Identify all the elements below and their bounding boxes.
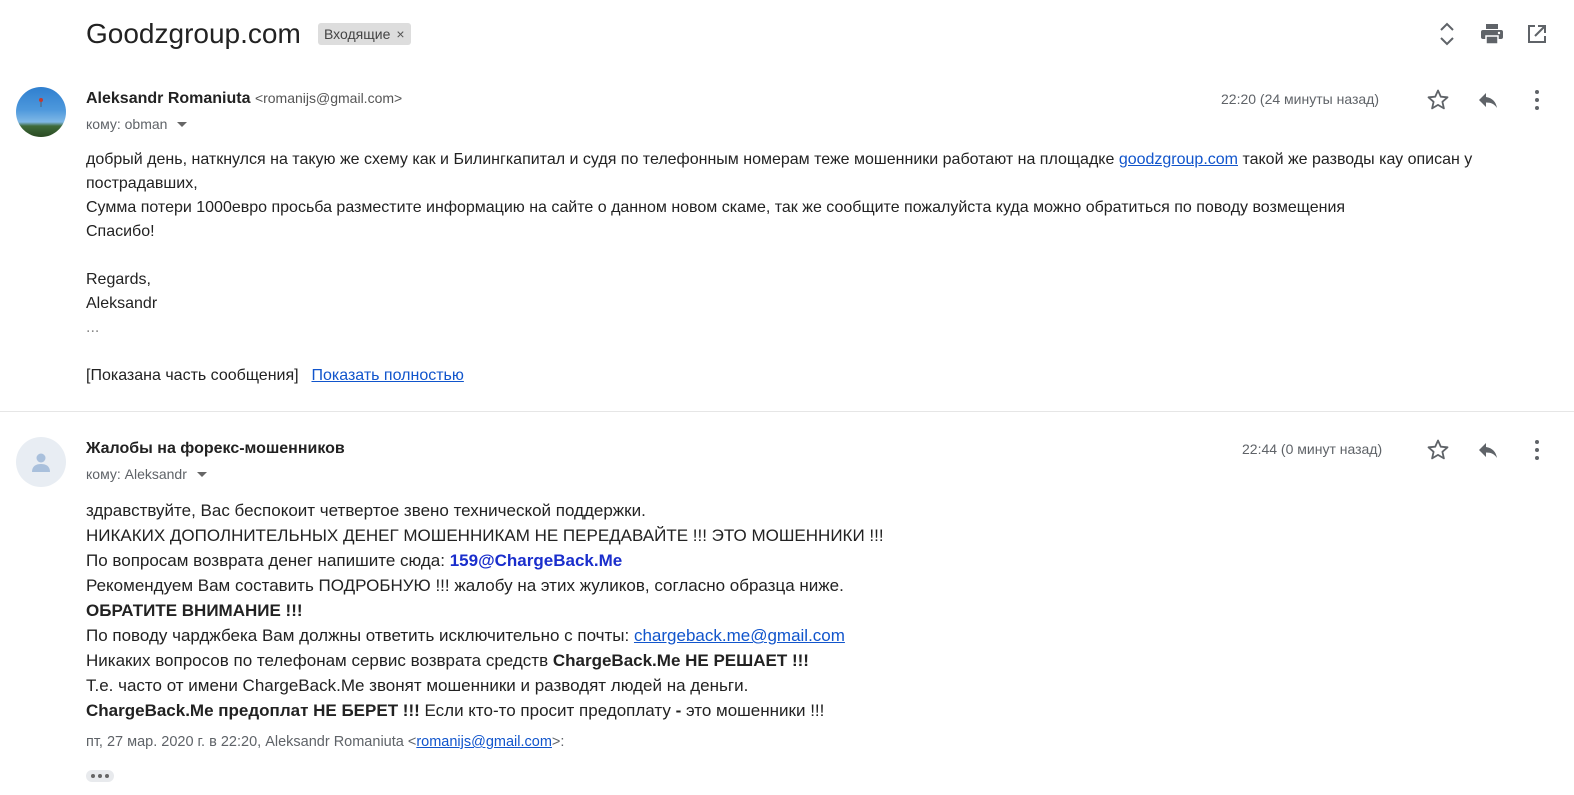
body-line: Сумма потери 1000евро просьба разместите… — [86, 199, 1346, 216]
thread-subject: Goodzgroup.com — [86, 18, 301, 49]
body-blank — [86, 244, 1506, 268]
person-icon — [32, 453, 50, 472]
chevron-down-icon — [196, 471, 207, 477]
label-chip-inbox[interactable]: Входящие × — [318, 23, 411, 45]
dot — [91, 774, 95, 778]
quoted-sender-email-link[interactable]: romanijs@gmail.com — [416, 734, 552, 750]
body-line: пострадавших, — [86, 175, 198, 192]
open-in-new-window-icon[interactable] — [1524, 20, 1550, 48]
body-line: Т.е. часто от имени ChargeBack.Me звонят… — [86, 676, 749, 695]
chargeback-gmail-link[interactable]: chargeback.me@gmail.com — [634, 626, 845, 645]
sender-line: Жалобы на форекс-мошенников — [86, 440, 345, 458]
body-line: добрый день, наткнулся на такую же схему… — [86, 148, 1506, 172]
remove-label-icon[interactable]: × — [396, 23, 404, 45]
message-time: 22:44 (0 минут назад) — [1242, 441, 1383, 457]
body-line: НИКАКИХ ДОПОЛНИТЕЛЬНЫХ ДЕНЕГ МОШЕННИКАМ … — [86, 526, 884, 545]
body-text: Если кто-то просит предоплату — [419, 701, 676, 720]
body-line: Рекомендуем Вам составить ПОДРОБНУЮ !!! … — [86, 576, 844, 595]
reply-icon[interactable] — [1474, 86, 1502, 114]
label-chip-text: Входящие — [324, 26, 391, 42]
body-bold-text: ChargeBack.Me предоплат НЕ БЕРЕТ !!! — [86, 701, 420, 720]
dot — [98, 774, 102, 778]
message-body: добрый день, наткнулся на такую же схему… — [86, 148, 1506, 388]
show-full-message-link[interactable]: Показать полностью — [311, 367, 463, 384]
thread-header: Goodzgroup.com Входящие × — [0, 0, 1574, 70]
body-bold-text: ChargeBack.Me НЕ РЕШАЕТ !!! — [552, 651, 809, 670]
body-line: ОБРАТИТЕ ВНИМАНИЕ !!! — [86, 601, 303, 620]
body-text: такой же разводы кау описан у — [1238, 151, 1473, 168]
body-text: добрый день, наткнулся на такую же схему… — [86, 151, 1119, 168]
body-text: По вопросам возврата денег напишите сюда… — [86, 551, 450, 570]
quoted-attribution: пт, 27 мар. 2020 г. в 22:20, Aleksandr R… — [86, 734, 564, 750]
message-divider — [0, 411, 1574, 412]
sender-avatar[interactable] — [16, 87, 66, 137]
body-line: По вопросам возврата денег напишите сюда… — [86, 548, 1506, 573]
body-line: Regards, — [86, 271, 151, 288]
quote-text: >: — [551, 734, 565, 750]
recipient-text: кому: Aleksandr — [86, 466, 187, 482]
recipient-text: кому: obman — [86, 116, 168, 132]
expand-all-icon[interactable] — [1434, 20, 1460, 48]
recipient-details-toggle[interactable]: кому: Aleksandr — [86, 466, 207, 482]
body-text: Никаких вопросов по телефонам сервис воз… — [86, 651, 553, 670]
more-vertical-icon[interactable] — [1523, 436, 1551, 464]
print-icon[interactable] — [1479, 20, 1505, 48]
sender-line: Aleksandr Romaniuta <romanijs@gmail.com> — [86, 90, 402, 108]
more-vertical-icon[interactable] — [1523, 86, 1551, 114]
body-blank — [86, 340, 1506, 364]
recipient-details-toggle[interactable]: кому: obman — [86, 116, 188, 132]
sender-email: <romanijs@gmail.com> — [254, 90, 403, 106]
goodzgroup-link[interactable]: goodzgroup.com — [1119, 151, 1238, 168]
chevron-down-icon — [177, 121, 188, 127]
body-line: Никаких вопросов по телефонам сервис воз… — [86, 648, 1506, 673]
dot — [105, 774, 109, 778]
quote-text: пт, 27 мар. 2020 г. в 22:20, Aleksandr R… — [86, 734, 417, 750]
message-body: здравствуйте, Вас беспокоит четвертое зв… — [86, 498, 1506, 723]
clipped-text: [Показана часть сообщения] — [86, 367, 299, 384]
body-line: ChargeBack.Me предоплат НЕ БЕРЕТ !!! Есл… — [86, 698, 1506, 723]
chargeback-contact-email[interactable]: 159@ChargeBack.Me — [450, 551, 623, 570]
clipped-notice: [Показана часть сообщения] Показать полн… — [86, 364, 1506, 388]
sender-name[interactable]: Aleksandr Romaniuta — [86, 90, 250, 107]
star-icon[interactable] — [1424, 86, 1452, 114]
body-line: По поводу чарджбека Вам должны ответить … — [86, 623, 1506, 648]
message-time: 22:20 (24 минуты назад) — [1221, 91, 1379, 107]
body-text: это мошенники !!! — [681, 701, 825, 720]
sender-avatar[interactable] — [16, 437, 66, 487]
body-line: Спасибо! — [86, 223, 155, 240]
body-line: Aleksandr — [86, 295, 158, 312]
body-line: ... — [86, 319, 100, 336]
sender-name[interactable]: Жалобы на форекс-мошенников — [86, 440, 345, 457]
show-trimmed-content-button[interactable] — [86, 770, 114, 782]
reply-icon[interactable] — [1474, 436, 1502, 464]
star-icon[interactable] — [1424, 436, 1452, 464]
body-text: По поводу чарджбека Вам должны ответить … — [86, 626, 634, 645]
body-line: здравствуйте, Вас беспокоит четвертое зв… — [86, 501, 646, 520]
